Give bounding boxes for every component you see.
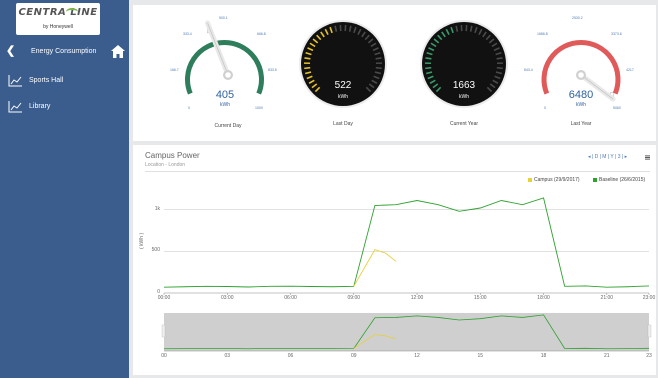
nav-title: Energy Consumption xyxy=(31,48,97,55)
gauge-caption: Last Year xyxy=(570,121,592,127)
gauge-unit: kWh xyxy=(338,94,348,100)
navigator-handle-right[interactable] xyxy=(647,324,652,338)
gauge-caption: Last Day xyxy=(333,121,353,127)
gauge-caption: Current Day xyxy=(214,123,242,129)
gauge-current-day: 0 166.7 333.4 500.1 666.8 833.5 1000 405… xyxy=(170,5,280,141)
x-tick-label: 15:00 xyxy=(474,295,487,301)
navigator-handle-left[interactable] xyxy=(161,324,166,338)
gauge-tick-mark xyxy=(304,66,311,70)
chart-line-icon xyxy=(8,101,22,113)
gauge-tick-mark xyxy=(425,57,432,60)
gauge-value: 1663 xyxy=(452,80,476,91)
x-tick-label: 21:00 xyxy=(600,295,614,301)
gauge-tick-mark xyxy=(425,66,432,70)
gauge-last-year: 0 843.4 1686.8 2530.2 3373.6 4217 5060 6… xyxy=(524,5,636,141)
gauge-tick-mark xyxy=(375,57,382,60)
navigator-tick-label: 21 xyxy=(604,353,610,359)
gauge-caption: Current Year xyxy=(449,121,479,127)
gauge-tick: 1000 xyxy=(255,106,263,110)
gauge-tick: 333.4 xyxy=(183,32,192,36)
series-line xyxy=(163,197,650,288)
gauge-last-day: 522 kWh Last Day xyxy=(289,5,399,141)
gauge-tick-mark xyxy=(375,66,382,70)
navigator-selection[interactable] xyxy=(164,313,649,351)
navigator-tick-label: 12 xyxy=(414,353,420,359)
gauge-unit: kWh xyxy=(220,102,230,108)
gauge-value: 405 xyxy=(215,89,235,101)
gauge-tick: 833.5 xyxy=(268,68,277,72)
gauge-unit: kWh xyxy=(576,102,586,108)
gauge-tick: 1686.8 xyxy=(537,32,548,36)
series-line xyxy=(353,249,397,287)
sidebar: CENTRA LINE by Honeywell ❮ Energy Consum… xyxy=(0,0,129,378)
sidebar-item-library[interactable]: Library xyxy=(0,98,129,118)
navigator-tick-label: 18 xyxy=(540,353,547,359)
gauges-panel: 0 166.7 333.4 500.1 666.8 833.5 1000 405… xyxy=(133,5,656,141)
y-tick-label: 500 xyxy=(151,247,160,254)
gauge-tick: 166.7 xyxy=(170,68,179,72)
gauge-value: 6480 xyxy=(568,89,594,101)
sidebar-item-label: Library xyxy=(29,103,51,110)
gauge-value: 522 xyxy=(334,80,352,91)
gauge-tick: 5060 xyxy=(613,106,621,110)
x-tick-label: 23:00 xyxy=(642,295,656,301)
logo-swoosh xyxy=(66,8,78,16)
gauge-tick: 0 xyxy=(544,106,546,110)
gauge-tick: 2530.2 xyxy=(572,16,583,20)
logo-brand: CENTRA LINE xyxy=(18,7,98,18)
x-tick-label: 00:00 xyxy=(157,295,171,301)
x-tick-label: 03:00 xyxy=(220,295,234,301)
power-chart xyxy=(161,197,652,352)
gauge-tick: 500.1 xyxy=(219,16,228,20)
y-tick-label: 1k xyxy=(154,205,160,212)
chart-panel: Campus Power Location - London ◂ | D | M… xyxy=(133,145,656,375)
x-tick-label: 12:00 xyxy=(410,295,424,301)
sidebar-item-sports-hall[interactable]: Sports Hall xyxy=(0,72,129,92)
home-icon[interactable] xyxy=(111,45,125,58)
gauge-tick: 843.4 xyxy=(524,68,533,72)
navigator-tick-label: 23 xyxy=(646,353,652,359)
navigator-tick-label: 09 xyxy=(351,353,357,359)
gauge-tick: 4217 xyxy=(626,68,634,72)
sidebar-item-label: Sports Hall xyxy=(29,77,64,84)
navigator-tick-label: 03 xyxy=(224,353,231,359)
gauge-tick-mark xyxy=(496,57,503,60)
gauge-unit: kWh xyxy=(459,94,469,100)
logo-sub: by Honeywell xyxy=(43,24,73,30)
gauge-tick-mark xyxy=(304,57,311,60)
navigator-tick-label: 00 xyxy=(161,353,167,359)
chart-line-icon xyxy=(8,75,22,87)
gauge-tick: 3373.6 xyxy=(611,32,622,36)
gauge-dial xyxy=(185,20,264,95)
main-content: 0 166.7 333.4 500.1 666.8 833.5 1000 405… xyxy=(133,5,656,375)
navigator-tick-label: 06 xyxy=(287,353,294,359)
x-tick-label: 06:00 xyxy=(284,295,297,301)
x-tick-label: 18:00 xyxy=(537,295,550,301)
gauge-tick: 666.8 xyxy=(257,32,266,36)
gauge-tick-mark xyxy=(496,66,503,70)
chevron-left-icon[interactable]: ❮ xyxy=(6,44,15,57)
gauge-tick: 0 xyxy=(188,106,190,110)
gauge-current-year: 1663 kWh Current Year xyxy=(412,5,522,141)
navigator-tick-label: 15 xyxy=(477,353,484,359)
logo: CENTRA LINE by Honeywell xyxy=(16,3,100,35)
nav-header: ❮ Energy Consumption xyxy=(0,41,129,65)
x-tick-label: 09:00 xyxy=(347,295,361,301)
